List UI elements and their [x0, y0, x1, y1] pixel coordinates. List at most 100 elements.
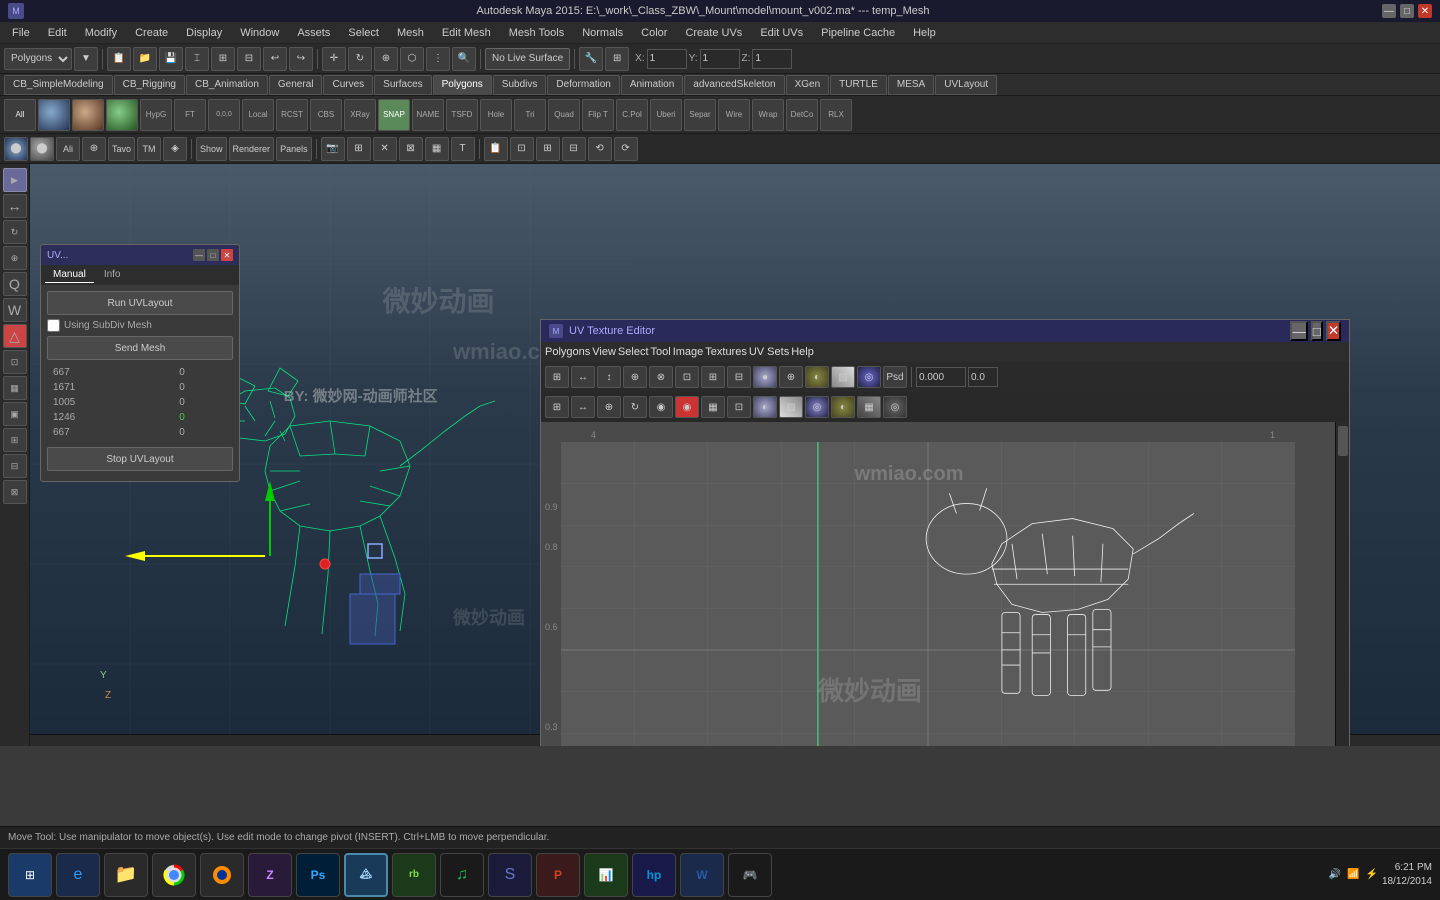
- tb-icon-2[interactable]: 📁: [133, 47, 157, 71]
- tb-icon-13[interactable]: ⊞: [605, 47, 629, 71]
- tb-scale[interactable]: ⊕: [374, 47, 398, 71]
- tool-snap[interactable]: △: [3, 324, 27, 348]
- shelf-icon-snap[interactable]: SNAP: [378, 99, 410, 131]
- tool-6[interactable]: ▣: [3, 402, 27, 426]
- uve-menu-polygons[interactable]: Polygons: [545, 346, 590, 358]
- uve-tb2-icon13[interactable]: ▦: [857, 396, 881, 418]
- uve-menu-tool[interactable]: Tool: [651, 346, 671, 358]
- shelf-tab-surfaces[interactable]: Surfaces: [374, 75, 431, 95]
- shelf-tab-cb-animation[interactable]: CB_Animation: [186, 75, 268, 95]
- tb-icon-7[interactable]: ↩: [263, 47, 287, 71]
- tb2-tavo[interactable]: Tavo: [108, 137, 135, 161]
- shelf-tab-polygons[interactable]: Polygons: [433, 75, 492, 95]
- tb-btn-1[interactable]: ▼: [74, 47, 98, 71]
- menu-create[interactable]: Create: [127, 25, 176, 41]
- taskbar-app1[interactable]: rb: [392, 853, 436, 897]
- uv-panel-minimize[interactable]: —: [193, 249, 205, 261]
- shelf-tab-general[interactable]: General: [269, 75, 323, 95]
- uve-maximize[interactable]: □: [1311, 321, 1323, 341]
- uve-scrollbar[interactable]: [1335, 422, 1349, 746]
- shelf-icon-local[interactable]: Local: [242, 99, 274, 131]
- shelf-icon-wrap[interactable]: Wrap: [752, 99, 784, 131]
- scroll-handle[interactable]: [1338, 426, 1348, 456]
- uve-tb1-icon6[interactable]: ⊡: [675, 366, 699, 388]
- shelf-icon-separ[interactable]: Separ: [684, 99, 716, 131]
- shelf-tab-mesa[interactable]: MESA: [888, 75, 934, 95]
- taskbar-app2[interactable]: ♫: [440, 853, 484, 897]
- uve-tb2-icon2[interactable]: ↔: [571, 396, 595, 418]
- uve-tb2-icon11[interactable]: ◎: [805, 396, 829, 418]
- menu-mesh[interactable]: Mesh: [389, 25, 432, 41]
- z-input[interactable]: [752, 49, 792, 69]
- shelf-icon-cpol[interactable]: C.Pol: [616, 99, 648, 131]
- shelf-icon-sphere[interactable]: [38, 99, 70, 131]
- taskbar-word[interactable]: W: [680, 853, 724, 897]
- shelf-tab-turtle[interactable]: TURTLE: [830, 75, 887, 95]
- menu-assets[interactable]: Assets: [289, 25, 338, 41]
- tb2-icon-8[interactable]: T: [451, 137, 475, 161]
- uve-value-input2[interactable]: [968, 367, 998, 387]
- tb2-icon-13[interactable]: ⟲: [588, 137, 612, 161]
- tool-paint[interactable]: W: [3, 298, 27, 322]
- shelf-icon-coord[interactable]: 0,0,0: [208, 99, 240, 131]
- tb2-icon-14[interactable]: ⟳: [614, 137, 638, 161]
- uv-panel-maximize[interactable]: □: [207, 249, 219, 261]
- shelf-icon-name[interactable]: NAME: [412, 99, 444, 131]
- tool-rotate[interactable]: ↻: [3, 220, 27, 244]
- tb2-icon-1[interactable]: ⬤: [4, 137, 28, 161]
- uv-tab-info[interactable]: Info: [96, 267, 129, 283]
- tb2-icon-6[interactable]: ⊠: [399, 137, 423, 161]
- tb-move[interactable]: ✛: [322, 47, 346, 71]
- uve-canvas[interactable]: wmiao.com 微妙动画: [541, 422, 1335, 746]
- shelf-icon-ft[interactable]: FT: [174, 99, 206, 131]
- shelf-icon-rcst[interactable]: RCST: [276, 99, 308, 131]
- tool-measure[interactable]: ⊡: [3, 350, 27, 374]
- tb-icon-5[interactable]: ⊞: [211, 47, 235, 71]
- shelf-icon-quad[interactable]: Quad: [548, 99, 580, 131]
- uve-tb1-icon5[interactable]: ⊗: [649, 366, 673, 388]
- tb-icon-1[interactable]: 📋: [107, 47, 131, 71]
- uve-tb2-icon4[interactable]: ↻: [623, 396, 647, 418]
- uve-tb1-icon12[interactable]: ▧: [831, 366, 855, 388]
- uve-menu-select[interactable]: Select: [618, 346, 649, 358]
- run-uvlayout-button[interactable]: Run UVLayout: [47, 291, 233, 315]
- shelf-icon-rlx[interactable]: RLX: [820, 99, 852, 131]
- tb2-icon-7[interactable]: ▦: [425, 137, 449, 161]
- uve-tb1-icon13[interactable]: ◎: [857, 366, 881, 388]
- tool-7[interactable]: ⊞: [3, 428, 27, 452]
- uve-tb1-icon3[interactable]: ↕: [597, 366, 621, 388]
- menu-display[interactable]: Display: [178, 25, 230, 41]
- taskbar-chrome[interactable]: [152, 853, 196, 897]
- tb2-icon-12[interactable]: ⊟: [562, 137, 586, 161]
- uve-menu-uvsets[interactable]: UV Sets: [749, 346, 789, 358]
- uv-tab-manual[interactable]: Manual: [45, 267, 94, 283]
- shelf-tab-deformation[interactable]: Deformation: [547, 75, 619, 95]
- shelf-tab-curves[interactable]: Curves: [323, 75, 373, 95]
- shelf-icon-cbs[interactable]: CBS: [310, 99, 342, 131]
- tb2-camera[interactable]: 📷: [321, 137, 345, 161]
- shelf-icon-tsfd[interactable]: TSFD: [446, 99, 478, 131]
- shelf-tab-subdivs[interactable]: Subdivs: [493, 75, 547, 95]
- tb-icon-8[interactable]: ↪: [289, 47, 313, 71]
- x-input[interactable]: [647, 49, 687, 69]
- uve-tb2-icon5[interactable]: ◉: [649, 396, 673, 418]
- tb-icon-4[interactable]: ⌶: [185, 47, 209, 71]
- y-input[interactable]: [700, 49, 740, 69]
- uve-menu-view[interactable]: View: [592, 346, 616, 358]
- tb2-icon-2[interactable]: ⬤: [30, 137, 54, 161]
- taskbar-ie[interactable]: e: [56, 853, 100, 897]
- tb2-grid[interactable]: ⊞: [347, 137, 371, 161]
- taskbar-ppt[interactable]: P: [536, 853, 580, 897]
- menu-modify[interactable]: Modify: [77, 25, 125, 41]
- uve-tb2-icon8[interactable]: ⊡: [727, 396, 751, 418]
- shelf-icon-all[interactable]: All: [4, 99, 36, 131]
- tb2-panels[interactable]: Panels: [276, 137, 312, 161]
- shelf-tab-xgen[interactable]: XGen: [786, 75, 830, 95]
- uve-tb1-icon11[interactable]: ◐: [805, 366, 829, 388]
- shelf-icon-flipt[interactable]: Flip T: [582, 99, 614, 131]
- uve-tb1-icon7[interactable]: ⊞: [701, 366, 725, 388]
- close-button[interactable]: ✕: [1418, 4, 1432, 18]
- uve-tb1-icon1[interactable]: ⊞: [545, 366, 569, 388]
- tool-move[interactable]: ↔: [3, 194, 27, 218]
- uve-close[interactable]: ✕: [1326, 321, 1341, 341]
